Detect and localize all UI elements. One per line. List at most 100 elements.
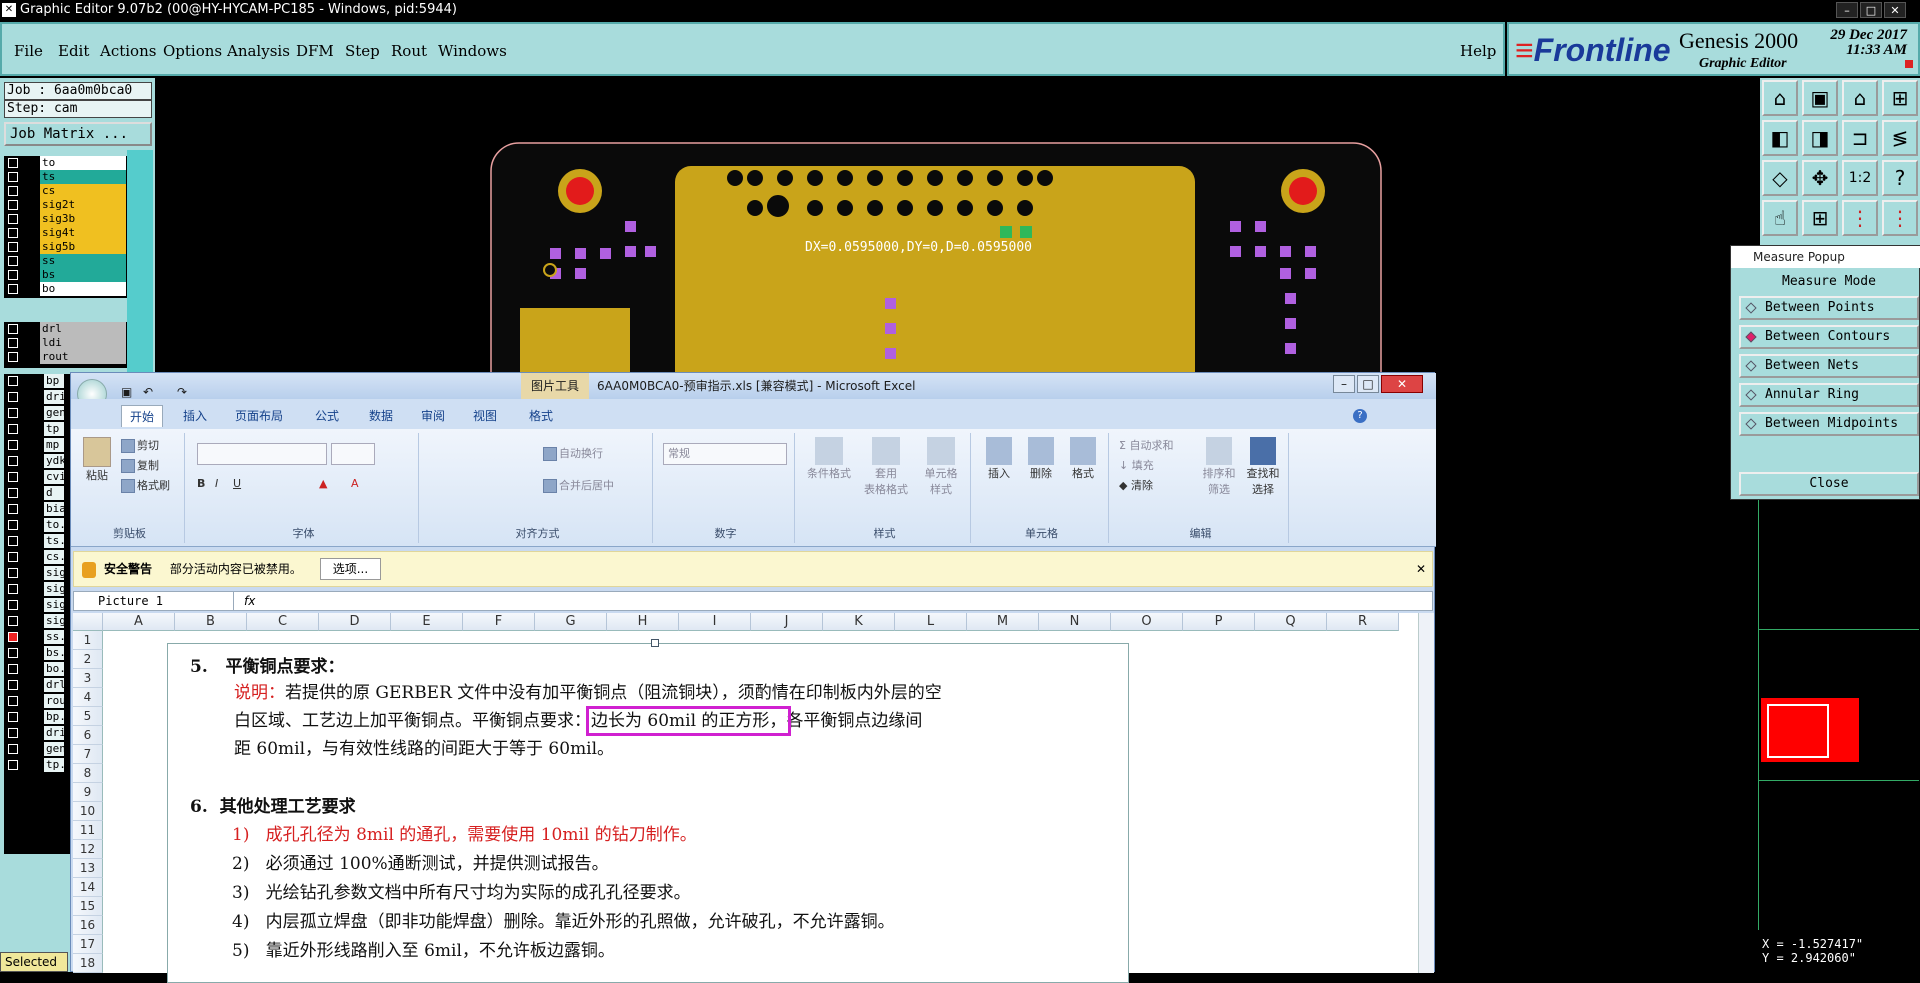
- layer-checkbox[interactable]: [8, 338, 18, 348]
- layer-name[interactable]: sig: [44, 598, 64, 612]
- excel-maximize-button[interactable]: □: [1357, 375, 1379, 393]
- layer-checkbox[interactable]: [8, 696, 18, 706]
- layer-name[interactable]: rou: [44, 694, 64, 708]
- column-header[interactable]: A: [103, 613, 175, 631]
- select-all[interactable]: [73, 613, 103, 631]
- column-header[interactable]: C: [247, 613, 319, 631]
- layer-name[interactable]: cs: [40, 184, 126, 198]
- layer-checkbox[interactable]: [8, 536, 18, 546]
- layer-name[interactable]: ss: [40, 254, 126, 268]
- fit-icon[interactable]: ◇: [1762, 160, 1798, 196]
- menu-analysis[interactable]: Analysis: [227, 42, 290, 60]
- layer-row[interactable]: cs: [4, 184, 127, 198]
- close-button[interactable]: ✕: [1884, 2, 1906, 18]
- measure-option[interactable]: Between Contours: [1739, 325, 1919, 349]
- layer-checkbox[interactable]: [8, 270, 18, 280]
- vertical-scrollbar[interactable]: [1418, 613, 1434, 973]
- row-header[interactable]: 16: [73, 916, 103, 935]
- layer-checkbox[interactable]: [8, 284, 18, 294]
- row-header[interactable]: 11: [73, 821, 103, 840]
- menu-edit[interactable]: Edit: [58, 42, 89, 60]
- format-cells-button[interactable]: 格式: [1063, 437, 1103, 481]
- layer-checkbox[interactable]: [8, 186, 18, 196]
- bold-button[interactable]: B: [197, 477, 205, 490]
- route-icon[interactable]: ⋮: [1882, 200, 1918, 236]
- menu-options[interactable]: Options: [163, 42, 222, 60]
- layer-checkbox[interactable]: [8, 424, 18, 434]
- layer-name[interactable]: sig: [44, 582, 64, 596]
- merge-center-button[interactable]: 合并后居中: [543, 477, 614, 493]
- layer-checkbox[interactable]: [8, 632, 18, 642]
- layer-row[interactable]: bs: [4, 268, 127, 282]
- row-header[interactable]: 6: [73, 726, 103, 745]
- table-format-button[interactable]: 套用 表格格式: [859, 437, 913, 497]
- column-header[interactable]: N: [1039, 613, 1111, 631]
- layer-row[interactable]: sig3b: [4, 212, 127, 226]
- row-header[interactable]: 18: [73, 954, 103, 973]
- measure-option[interactable]: Between Nets: [1739, 354, 1919, 378]
- copy-button[interactable]: 复制: [121, 457, 159, 473]
- layer-name[interactable]: drl: [44, 678, 64, 692]
- minimap-viewport[interactable]: [1767, 704, 1829, 758]
- measure-option[interactable]: Between Midpoints: [1739, 412, 1919, 436]
- column-header[interactable]: J: [751, 613, 823, 631]
- layer-name[interactable]: d: [44, 486, 64, 500]
- row-header[interactable]: 5: [73, 707, 103, 726]
- layer-row[interactable]: ts: [4, 170, 127, 184]
- layer-name[interactable]: bo.: [44, 662, 64, 676]
- column-header[interactable]: K: [823, 613, 895, 631]
- embedded-picture[interactable]: 5. 平衡铜点要求： 说明：若提供的原 GERBER 文件中没有加平衡铜点（阻流…: [167, 643, 1129, 983]
- layer-name[interactable]: ts.: [44, 534, 64, 548]
- name-box[interactable]: Picture 1: [74, 592, 234, 610]
- layer-checkbox[interactable]: [8, 488, 18, 498]
- layer-name[interactable]: gen: [44, 742, 64, 756]
- tab-home[interactable]: 开始: [121, 405, 164, 427]
- column-header[interactable]: D: [319, 613, 391, 631]
- layer-name[interactable]: bp.: [44, 710, 64, 724]
- wrap-text-button[interactable]: 自动换行: [543, 445, 603, 461]
- column-header[interactable]: Q: [1255, 613, 1327, 631]
- layer-checkbox[interactable]: [8, 440, 18, 450]
- layer-name[interactable]: to.: [44, 518, 64, 532]
- column-header[interactable]: R: [1327, 613, 1399, 631]
- fx-icon[interactable]: fx: [244, 592, 255, 610]
- column-header[interactable]: E: [391, 613, 463, 631]
- measure-option[interactable]: Between Points: [1739, 296, 1919, 320]
- layer-checkbox[interactable]: [8, 600, 18, 610]
- paste-button[interactable]: 粘贴: [79, 437, 115, 483]
- sort-filter-button[interactable]: 排序和 筛选: [1199, 437, 1239, 497]
- grid-toggle-icon[interactable]: ⊞: [1802, 200, 1838, 236]
- layer-checkbox[interactable]: [8, 680, 18, 690]
- tab-formulas[interactable]: 公式: [307, 405, 347, 427]
- layer-checkbox[interactable]: [8, 376, 18, 386]
- row-header[interactable]: 10: [73, 802, 103, 821]
- tab-format[interactable]: 格式: [521, 405, 561, 427]
- hand-icon[interactable]: ☝: [1762, 200, 1798, 236]
- security-close-icon[interactable]: ✕: [1416, 552, 1426, 586]
- layer-name[interactable]: gen: [44, 406, 64, 420]
- layer-checkbox[interactable]: [8, 568, 18, 578]
- conditional-format-button[interactable]: 条件格式: [803, 437, 855, 481]
- row-header[interactable]: 13: [73, 859, 103, 878]
- layer-checkbox[interactable]: [8, 744, 18, 754]
- menu-help[interactable]: Help: [1460, 42, 1496, 60]
- font-name-select[interactable]: [197, 443, 327, 465]
- center-icon[interactable]: ✥: [1802, 160, 1838, 196]
- layer-checkbox[interactable]: [8, 552, 18, 562]
- row-header[interactable]: 4: [73, 688, 103, 707]
- minimap[interactable]: [1758, 500, 1920, 930]
- layer-row[interactable]: bo: [4, 282, 127, 296]
- layer-name[interactable]: sig: [44, 614, 64, 628]
- tab-data[interactable]: 数据: [361, 405, 401, 427]
- layer-row[interactable]: drl: [4, 322, 127, 336]
- delete-cells-button[interactable]: 删除: [1021, 437, 1061, 481]
- excel-close-button[interactable]: ✕: [1381, 375, 1423, 393]
- zoom-home-icon[interactable]: ⌂: [1762, 80, 1798, 116]
- layer-row[interactable]: sig5b: [4, 240, 127, 254]
- menu-file[interactable]: File: [14, 42, 43, 60]
- autosum-button[interactable]: Σ 自动求和: [1119, 437, 1173, 453]
- layer-checkbox[interactable]: [8, 472, 18, 482]
- tab-review[interactable]: 审阅: [413, 405, 453, 427]
- row-header[interactable]: 9: [73, 783, 103, 802]
- layer-checkbox[interactable]: [8, 728, 18, 738]
